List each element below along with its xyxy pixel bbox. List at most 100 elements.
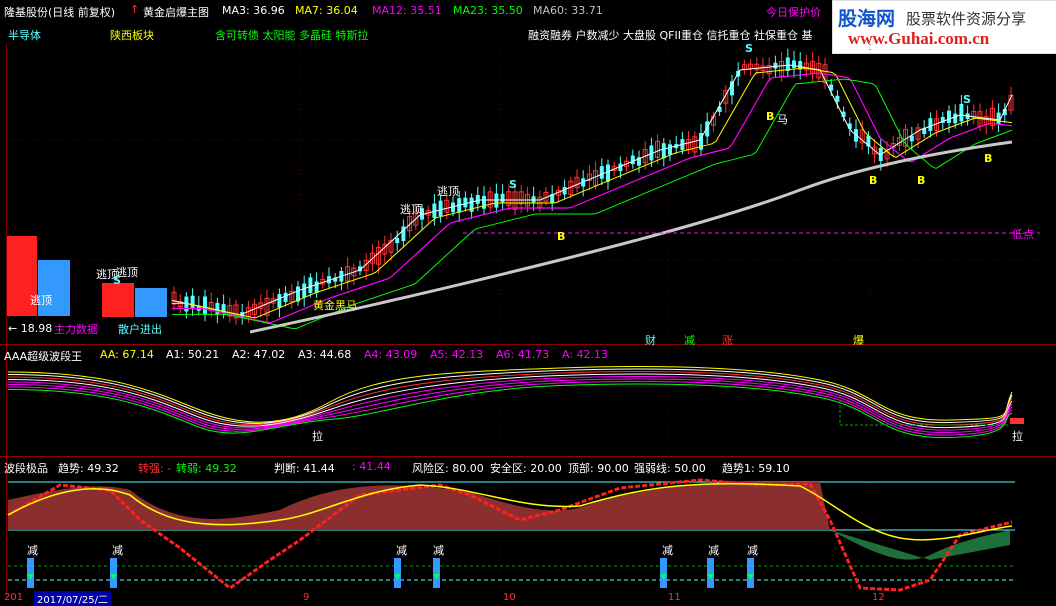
candle-down bbox=[463, 197, 468, 208]
axis-year: 201 bbox=[4, 592, 24, 603]
wave-line bbox=[7, 383, 1013, 439]
candle-down bbox=[630, 155, 635, 165]
candle-down bbox=[792, 60, 796, 68]
candle-down bbox=[959, 103, 964, 122]
candle-down bbox=[661, 143, 666, 159]
candle-down bbox=[314, 281, 319, 293]
price-low-label: ← 18.98 bbox=[8, 322, 53, 335]
reduce-bar bbox=[27, 558, 34, 588]
axis-month-9: 9 bbox=[303, 592, 310, 603]
wave-line bbox=[7, 371, 1013, 426]
panel2-title[interactable]: AAA超级波段王 bbox=[4, 348, 82, 364]
reduce-bar bbox=[433, 558, 440, 588]
retail-bar-blue bbox=[135, 288, 167, 317]
chart-canvas[interactable] bbox=[0, 0, 1056, 603]
cai-label: 财 bbox=[645, 334, 656, 347]
ma-label: 马 bbox=[777, 113, 788, 126]
gold-horse-label: 黄金黑马 bbox=[313, 299, 357, 312]
jian-label: 减 bbox=[684, 334, 695, 347]
pull-label-1: 拉 bbox=[312, 430, 323, 443]
sell-signal: S bbox=[963, 93, 971, 106]
wave-line bbox=[7, 368, 1013, 424]
buy-signal: B bbox=[766, 110, 775, 123]
zhang-label: 涨 bbox=[722, 334, 733, 347]
candle-down bbox=[953, 113, 958, 124]
candle-down bbox=[668, 144, 672, 155]
reduce-bar bbox=[747, 558, 754, 588]
candle-down bbox=[606, 164, 610, 182]
low-point-label: 低点 bbox=[1012, 228, 1034, 241]
pull-label-2: 拉 bbox=[1012, 430, 1023, 443]
buy-signal: B bbox=[917, 174, 926, 187]
candle-down bbox=[438, 200, 443, 217]
reduce-bar bbox=[110, 558, 117, 588]
candle-down bbox=[531, 196, 536, 203]
panel2-a3: A3: 44.68 bbox=[298, 348, 352, 361]
panel2-a4: A4: 43.09 bbox=[364, 348, 418, 361]
wave-line bbox=[7, 376, 1013, 431]
candle-down bbox=[395, 238, 400, 244]
buy-signal: B bbox=[984, 152, 993, 165]
panel2-a: A: 42.13 bbox=[562, 348, 609, 361]
panel3-weak: 转弱: 49.32 bbox=[176, 462, 237, 475]
wave-line bbox=[7, 366, 1013, 423]
wave-line bbox=[7, 381, 1013, 436]
candlesticks bbox=[171, 48, 1014, 325]
panel3-trend: 趋势: 49.32 bbox=[58, 462, 119, 475]
trend-line bbox=[7, 478, 1013, 592]
candle-down bbox=[773, 62, 778, 69]
candle-down bbox=[277, 294, 282, 308]
panel2-a6: A6: 41.73 bbox=[496, 348, 550, 361]
panel3-safe: 安全区: 20.00 bbox=[490, 462, 562, 475]
axis-month-12: 12 bbox=[872, 592, 885, 603]
reduce-bar bbox=[707, 558, 714, 588]
panel3-strong: 转强: - bbox=[138, 462, 172, 475]
panel2-a2: A2: 47.02 bbox=[232, 348, 286, 361]
axis-month-11: 11 bbox=[668, 592, 681, 603]
escape-label-1: 逃顶 bbox=[437, 185, 459, 198]
retail-bar-red bbox=[102, 283, 134, 317]
sell-signal: S bbox=[113, 274, 121, 287]
panel3-judge2: : 41.44 bbox=[352, 460, 391, 473]
retail-label: 散户进出 bbox=[118, 323, 162, 336]
candle-down bbox=[283, 292, 288, 302]
reduce-label: 减 bbox=[747, 544, 758, 557]
panel2-aa: AA: 67.14 bbox=[100, 348, 154, 361]
candle-down bbox=[928, 118, 933, 131]
reduce-label: 减 bbox=[708, 544, 719, 557]
reduce-label: 减 bbox=[433, 544, 444, 557]
candle-down bbox=[785, 57, 790, 71]
panel3-title[interactable]: 波段极品 bbox=[4, 460, 48, 476]
sell-signal: S bbox=[509, 178, 517, 191]
axis-date-cursor[interactable]: 2017/07/25/二 bbox=[34, 591, 112, 606]
candle-down bbox=[482, 195, 486, 209]
bao-label: 爆 bbox=[853, 334, 864, 347]
panel3-risk: 风险区: 80.00 bbox=[412, 462, 484, 475]
band-indicator bbox=[7, 478, 1015, 592]
candle-down bbox=[190, 295, 195, 310]
candle-down bbox=[947, 110, 951, 124]
reduce-label: 减 bbox=[662, 544, 673, 557]
panel2-a1: A1: 50.21 bbox=[166, 348, 220, 361]
candle-down bbox=[203, 296, 207, 314]
safe-area bbox=[830, 530, 1010, 560]
axis-month-10: 10 bbox=[503, 592, 516, 603]
reduce-label: 减 bbox=[27, 544, 38, 557]
candle-down bbox=[475, 195, 480, 204]
candle-down bbox=[302, 283, 307, 298]
escape-label-2: 逃顶 bbox=[400, 203, 422, 216]
reduce-label: 减 bbox=[112, 544, 123, 557]
reduce-bar bbox=[660, 558, 667, 588]
wave-marker bbox=[1010, 418, 1024, 424]
reduce-bar bbox=[394, 558, 401, 588]
ma60-line bbox=[249, 140, 1013, 334]
main-data-label: 主力数据 bbox=[54, 323, 98, 336]
panel3-top: 顶部: 90.00 bbox=[568, 462, 629, 475]
panel3-trend1: 趋势1: 59.10 bbox=[722, 462, 790, 475]
candle-down bbox=[308, 277, 313, 294]
sell-signal: S bbox=[745, 42, 753, 55]
reduce-label: 减 bbox=[396, 544, 407, 557]
panel3-judge: 判断: 41.44 bbox=[274, 462, 335, 475]
panel2-a5: A5: 42.13 bbox=[430, 348, 484, 361]
wave-king-lines bbox=[7, 366, 1024, 439]
